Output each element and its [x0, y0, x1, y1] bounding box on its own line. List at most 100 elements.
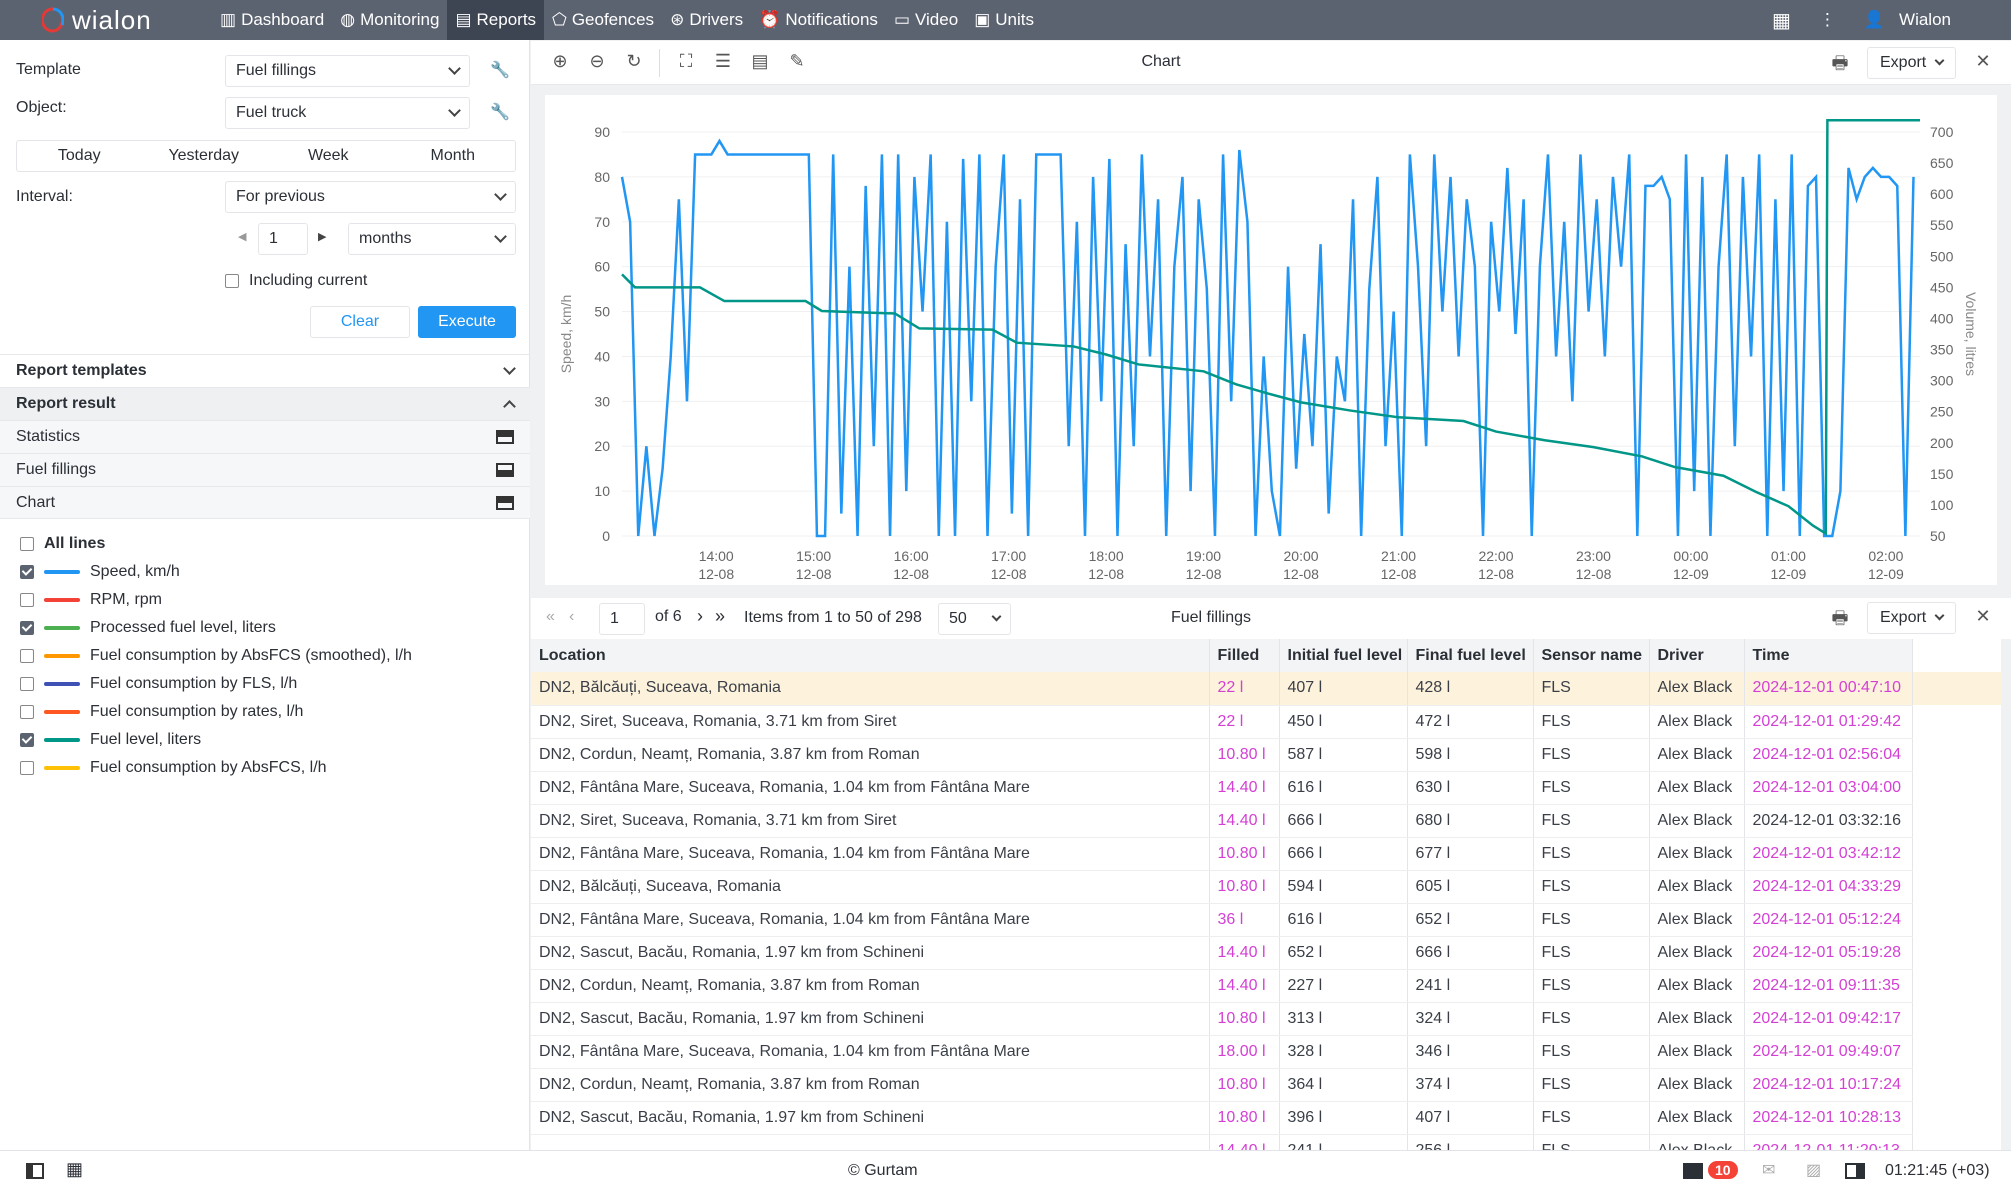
table-row[interactable]: DN2, Cordun, Neamț, Romania, 3.87 km fro…	[531, 969, 2001, 1003]
grid-icon[interactable]: ▦	[66, 1159, 83, 1180]
table-row[interactable]: 14.40 l 241 l 256 l FLS Alex Black 2024-12-01…	[531, 1134, 2001, 1150]
nav-label: Geofences	[571, 10, 655, 29]
line-toggle[interactable]: Fuel consumption by rates, l/h	[20, 703, 303, 721]
column-header[interactable]: Initial fuel level	[1279, 639, 1408, 672]
logo[interactable]: wialon	[42, 5, 212, 36]
bottom-panel-icon[interactable]	[496, 463, 514, 477]
close-icon[interactable]: ✕	[1972, 606, 1994, 628]
line-toggle[interactable]: Fuel consumption by FLS, l/h	[20, 675, 297, 693]
notification-badge[interactable]: 10	[1708, 1161, 1738, 1179]
messages-icon[interactable]	[1683, 1163, 1703, 1179]
decrement-arrow-icon[interactable]: ◀	[238, 230, 246, 243]
result-fuel-fillings[interactable]: Fuel fillings	[0, 453, 530, 486]
all-lines-toggle[interactable]: All lines	[20, 535, 105, 553]
mail-icon[interactable]: ✉	[1762, 1160, 1775, 1180]
tab-month[interactable]: Month	[391, 141, 516, 171]
checkbox[interactable]	[20, 593, 34, 607]
including-current-checkbox[interactable]: Including current	[225, 272, 367, 290]
cell-final-fuel-level: 677 l	[1407, 837, 1534, 871]
checkbox[interactable]	[20, 677, 34, 691]
column-header[interactable]: Driver	[1649, 639, 1745, 672]
increment-arrow-icon[interactable]: ▶	[318, 230, 326, 243]
checkbox[interactable]	[20, 733, 34, 747]
export-button[interactable]: Export	[1867, 602, 1957, 634]
chart-svg[interactable]: 0 10 20 30 40 50 60 70 80 90 50 100 150 200 250 300 350 4…	[545, 95, 1997, 585]
print-icon[interactable]: 🖶	[1829, 606, 1851, 628]
line-toggle[interactable]: RPM, rpm	[20, 591, 162, 609]
spacer	[1912, 936, 2001, 969]
tab-yesterday[interactable]: Yesterday	[142, 141, 267, 171]
more-vertical-icon[interactable]: ⋮	[1819, 10, 1836, 30]
line-toggle[interactable]: Speed, km/h	[20, 563, 180, 581]
close-icon[interactable]: ✕	[1972, 51, 1994, 73]
cell-filled: 22 l	[1209, 672, 1280, 706]
column-header[interactable]: Sensor name	[1533, 639, 1650, 672]
wrench-icon[interactable]: 🔧	[490, 60, 510, 80]
line-toggle[interactable]: Fuel consumption by AbsFCS (smoothed), l…	[20, 647, 412, 665]
interval-select[interactable]: For previous	[225, 181, 516, 213]
export-button[interactable]: Export	[1867, 47, 1957, 79]
unit-select[interactable]: months	[348, 223, 516, 255]
checkbox[interactable]	[20, 565, 34, 579]
nav-reports[interactable]: ▤ Reports	[447, 0, 545, 40]
table-row[interactable]: DN2, Fântâna Mare, Suceava, Romania, 1.0…	[531, 771, 2001, 805]
checkbox[interactable]	[225, 274, 239, 288]
nav-monitoring[interactable]: ◍ Monitoring	[332, 0, 447, 40]
line-toggle[interactable]: Processed fuel level, liters	[20, 619, 276, 637]
nav-dashboard[interactable]: ▥ Dashboard	[212, 0, 332, 40]
table-row[interactable]: DN2, Cordun, Neamț, Romania, 3.87 km fro…	[531, 1068, 2001, 1102]
checkbox[interactable]	[20, 537, 34, 551]
nav-notifications[interactable]: ⏰ Notifications	[751, 0, 886, 40]
column-header[interactable]: Final fuel level	[1407, 639, 1534, 672]
table-layout-icon[interactable]	[496, 430, 514, 444]
report-templates-section[interactable]: Report templates	[0, 354, 530, 387]
table-row[interactable]: DN2, Fântâna Mare, Suceava, Romania, 1.0…	[531, 1035, 2001, 1069]
report-result-section[interactable]: Report result	[0, 387, 530, 420]
table-row[interactable]: DN2, Bălcăuți, Suceava, Romania 10.80 l 59…	[531, 870, 2001, 904]
table-row[interactable]: DN2, Sascut, Bacău, Romania, 1.97 km fro…	[531, 1101, 2001, 1135]
table-row[interactable]: DN2, Cordun, Neamț, Romania, 3.87 km fro…	[531, 738, 2001, 772]
column-header[interactable]: Filled	[1209, 639, 1280, 672]
count-input[interactable]: 1	[258, 223, 308, 255]
panel-icon[interactable]	[1845, 1163, 1865, 1179]
x-tick-label: 21:00	[1381, 548, 1416, 564]
checkbox[interactable]	[20, 705, 34, 719]
user-menu[interactable]: 👤 Wialon	[1864, 10, 1951, 30]
cell-initial-fuel-level: 616 l	[1279, 771, 1408, 805]
checkbox[interactable]	[20, 761, 34, 775]
column-header[interactable]: Location	[531, 639, 1210, 672]
apps-grid-icon[interactable]: ▦	[1772, 8, 1791, 33]
tab-week[interactable]: Week	[266, 141, 391, 171]
print-icon[interactable]: 🖶	[1829, 51, 1851, 73]
sidebar-toggle-icon[interactable]	[26, 1163, 44, 1179]
image-icon[interactable]: ▨	[1806, 1160, 1821, 1180]
table-row[interactable]: DN2, Bălcăuți, Suceava, Romania 22 l 407 l…	[531, 672, 2001, 706]
nav-drivers[interactable]: ⊛ Drivers	[662, 0, 751, 40]
checkbox[interactable]	[20, 649, 34, 663]
table-row[interactable]: DN2, Siret, Suceava, Romania, 3.71 km fr…	[531, 705, 2001, 739]
table-row[interactable]: DN2, Siret, Suceava, Romania, 3.71 km fr…	[531, 804, 2001, 838]
result-statistics[interactable]: Statistics	[0, 420, 530, 453]
y-tick-label: 60	[594, 259, 610, 275]
tab-today[interactable]: Today	[17, 141, 142, 171]
column-header[interactable]: Time	[1744, 639, 1913, 672]
checkbox[interactable]	[20, 621, 34, 635]
execute-button[interactable]: Execute	[418, 306, 516, 338]
line-toggle[interactable]: Fuel consumption by AbsFCS, l/h	[20, 759, 327, 777]
clear-button[interactable]: Clear	[310, 306, 410, 338]
nav-units[interactable]: ▣ Units	[966, 0, 1042, 40]
table-row[interactable]: DN2, Sascut, Bacău, Romania, 1.97 km fro…	[531, 936, 2001, 970]
template-select[interactable]: Fuel fillings	[225, 55, 470, 87]
nav-video[interactable]: ▭ Video	[886, 0, 966, 40]
object-select[interactable]: Fuel truck	[225, 97, 470, 129]
table-row[interactable]: DN2, Fântâna Mare, Suceava, Romania, 1.0…	[531, 903, 2001, 937]
result-chart[interactable]: Chart	[0, 486, 530, 519]
footer: ▦ © Gurtam 10 ✉ ▨ 01:21:45 (+03)	[0, 1150, 2011, 1190]
wrench-icon[interactable]: 🔧	[490, 102, 510, 122]
count-value: 1	[269, 230, 278, 247]
top-panel-icon[interactable]	[496, 495, 514, 510]
line-toggle[interactable]: Fuel level, liters	[20, 731, 201, 749]
nav-geofences[interactable]: ⬠ Geofences	[544, 0, 662, 40]
table-row[interactable]: DN2, Sascut, Bacău, Romania, 1.97 km fro…	[531, 1002, 2001, 1036]
table-row[interactable]: DN2, Fântâna Mare, Suceava, Romania, 1.0…	[531, 837, 2001, 871]
